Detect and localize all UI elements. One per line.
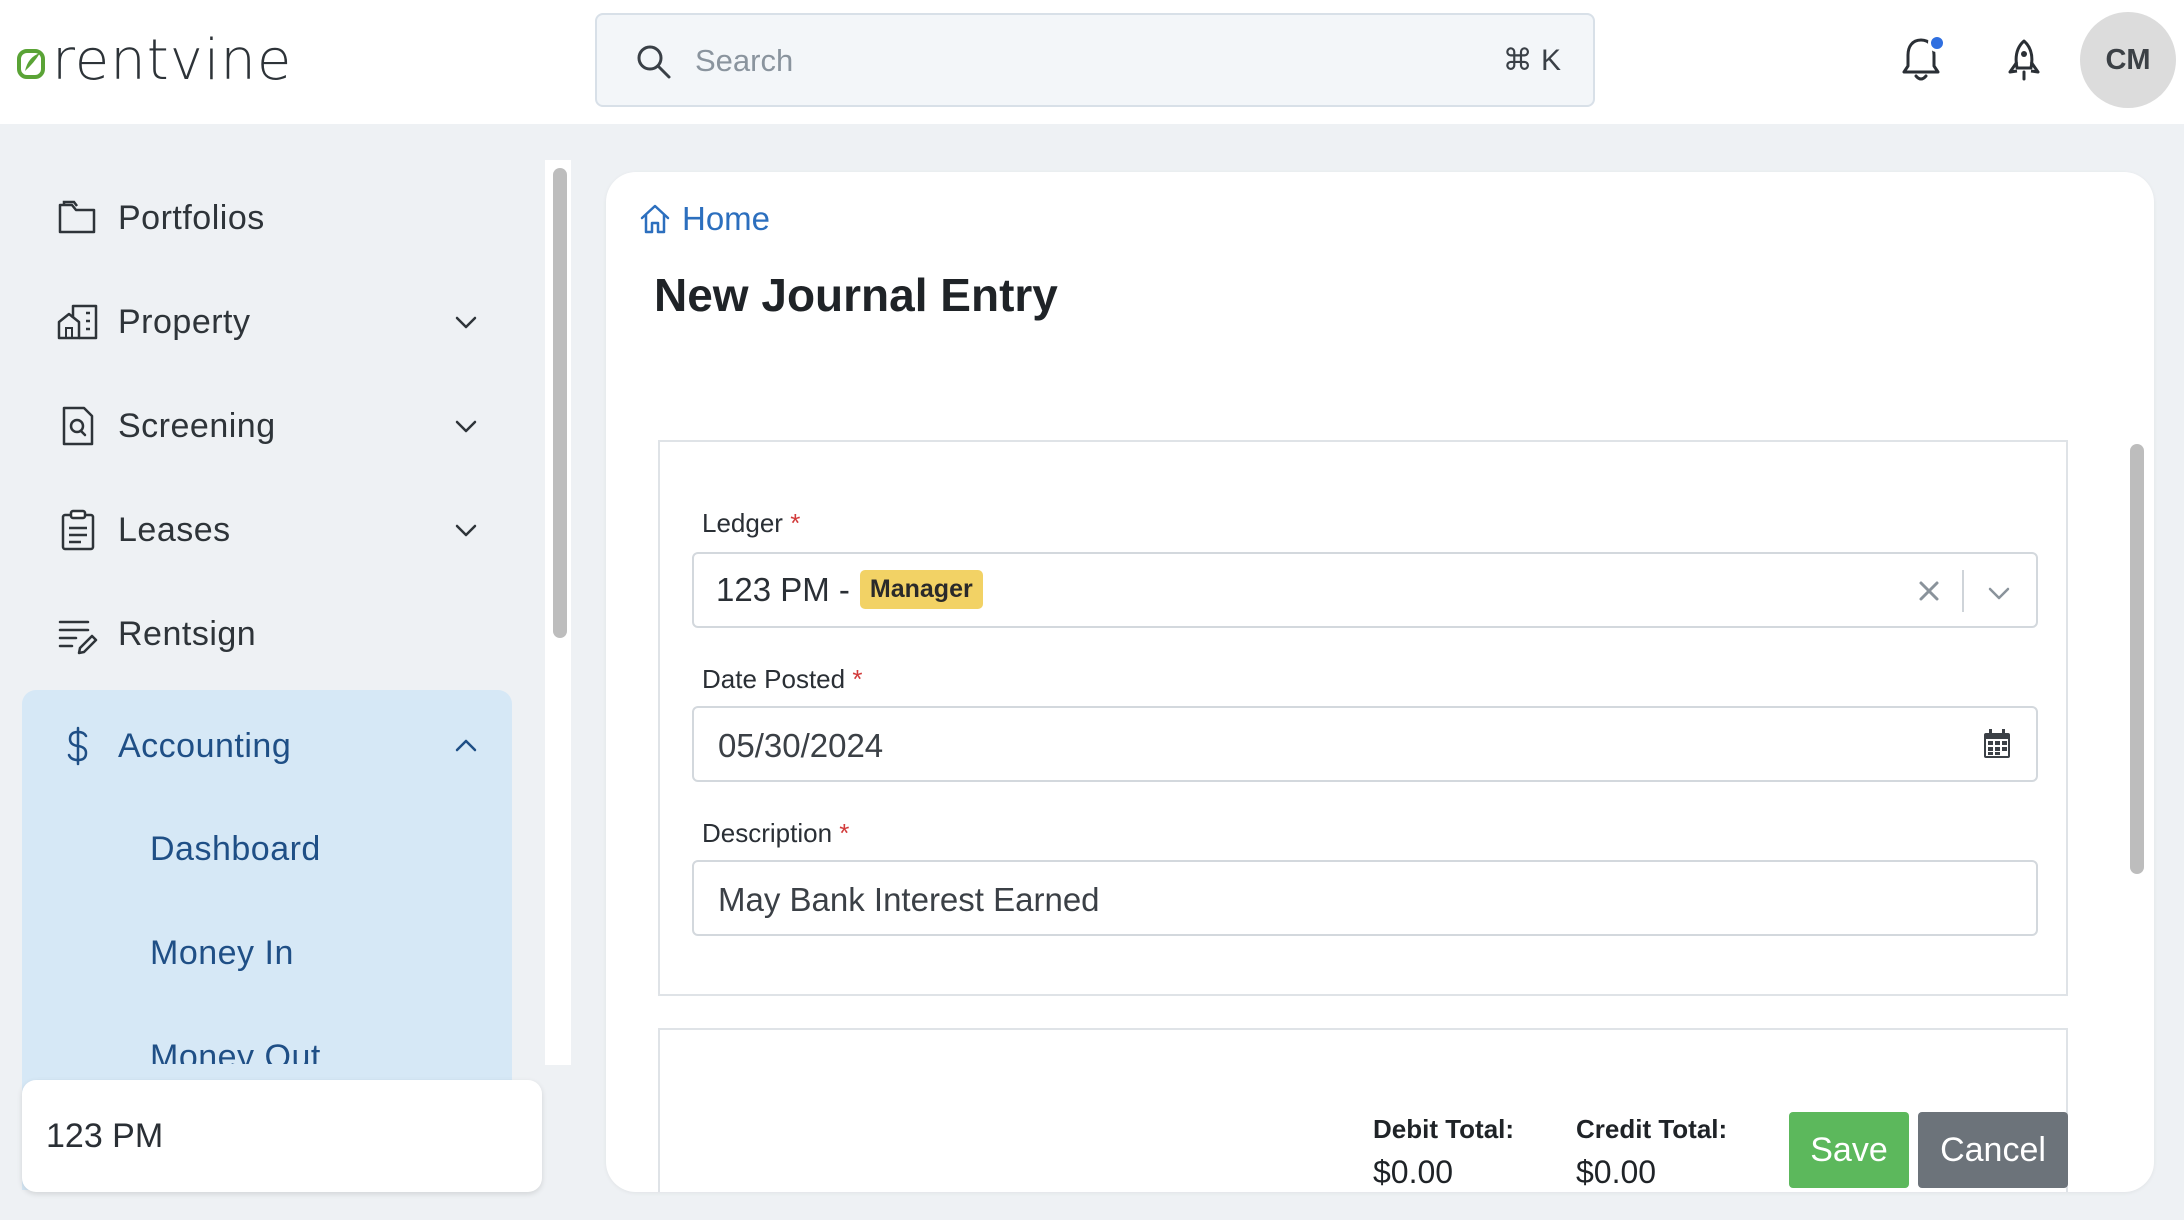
notification-dot xyxy=(1928,34,1946,52)
search-icon xyxy=(637,45,671,79)
chevron-down-icon[interactable] xyxy=(452,516,480,544)
rocket-icon[interactable] xyxy=(2006,38,2042,82)
ledger-label: Ledger * xyxy=(702,508,800,539)
sidebar-item-leases[interactable]: Leases xyxy=(22,482,512,578)
cancel-button[interactable]: Cancel xyxy=(1918,1112,2068,1188)
sign-pen-icon xyxy=(58,620,98,655)
credit-total-value: $0.00 xyxy=(1576,1154,1657,1190)
rentvine-logo[interactable]: rentvine xyxy=(16,28,293,93)
home-icon xyxy=(640,204,670,234)
building-icon xyxy=(57,304,98,340)
calendar-icon[interactable] xyxy=(1982,728,2012,760)
portfolio-selector[interactable]: 123 PM xyxy=(22,1080,542,1192)
chevron-up-icon[interactable] xyxy=(452,732,480,760)
credit-total-label: Credit Total: xyxy=(1576,1114,1728,1144)
select-separator xyxy=(1962,570,1964,612)
sidebar-item-label: Property xyxy=(118,302,251,341)
description-input[interactable]: May Bank Interest Earned xyxy=(692,860,2038,936)
clipboard-icon xyxy=(61,509,95,551)
sidebar-item-property[interactable]: Property xyxy=(22,274,512,370)
sidebar-scrollbar-thumb[interactable] xyxy=(553,168,567,638)
chevron-down-icon[interactable] xyxy=(452,412,480,440)
sidebar-item-label: Leases xyxy=(118,510,231,549)
main-content-card: Home New Journal Entry Ledger * 123 PM -… xyxy=(606,172,2154,1192)
search-shortcut-hint: ⌘ K xyxy=(1502,44,1561,77)
sidebar-item-label: Rentsign xyxy=(118,614,257,653)
sidebar-item-rentsign[interactable]: Rentsign xyxy=(22,586,512,682)
totals-footer: Debit Total: $0.00 Credit Total: $0.00 S… xyxy=(606,1100,2154,1192)
clear-icon[interactable] xyxy=(1916,578,1942,604)
description-label: Description * xyxy=(702,818,849,849)
chevron-down-icon[interactable] xyxy=(1984,578,2014,608)
dollar-icon xyxy=(67,726,88,766)
folder-icon xyxy=(58,200,96,234)
logo-text: rentvine xyxy=(52,28,293,93)
description-value: May Bank Interest Earned xyxy=(718,881,1100,918)
ledger-value-text: 123 PM - xyxy=(716,570,850,608)
sidebar-subitem-dashboard[interactable]: Dashboard xyxy=(150,830,321,869)
main-scrollbar-thumb[interactable] xyxy=(2130,444,2144,874)
required-marker: * xyxy=(852,664,863,694)
sidebar-subitem-money-in[interactable]: Money In xyxy=(150,934,294,973)
sidebar-item-label: Screening xyxy=(118,406,276,445)
ledger-selected-value: 123 PM - Manager xyxy=(716,570,983,609)
date-posted-label: Date Posted * xyxy=(702,664,862,695)
document-search-icon xyxy=(62,406,94,446)
ledger-role-badge: Manager xyxy=(859,570,983,609)
sidebar-subitem-clip: Money Out xyxy=(22,1024,512,1064)
debit-total-label: Debit Total: xyxy=(1373,1114,1515,1144)
ledger-label-text: Ledger xyxy=(702,508,783,538)
search-bar[interactable]: Search ⌘ K xyxy=(595,13,1595,107)
breadcrumb[interactable]: Home xyxy=(638,200,770,238)
sidebar: Portfolios Property Screening Leases Ren… xyxy=(0,124,550,1190)
user-avatar[interactable]: CM xyxy=(2080,12,2176,108)
sidebar-item-accounting[interactable]: Accounting xyxy=(22,698,512,794)
debit-total-value: $0.00 xyxy=(1373,1154,1454,1190)
description-label-text: Description xyxy=(702,818,833,848)
date-posted-label-text: Date Posted xyxy=(702,664,846,694)
leaf-logo-icon xyxy=(17,49,45,79)
save-button[interactable]: Save xyxy=(1789,1112,1909,1188)
sidebar-item-screening[interactable]: Screening xyxy=(22,378,512,474)
sidebar-subitem-money-out[interactable]: Money Out xyxy=(150,1038,321,1064)
top-bar: rentvine Search ⌘ K CM xyxy=(0,0,2184,124)
required-marker: * xyxy=(790,508,801,538)
date-posted-value: 05/30/2024 xyxy=(718,727,884,764)
date-posted-input[interactable]: 05/30/2024 xyxy=(692,706,2038,782)
sidebar-item-portfolios[interactable]: Portfolios xyxy=(22,170,512,266)
sidebar-item-label: Portfolios xyxy=(118,198,265,237)
sidebar-item-label: Accounting xyxy=(118,726,292,765)
page-title: New Journal Entry xyxy=(654,269,1058,321)
breadcrumb-home-link[interactable]: Home xyxy=(682,200,770,238)
required-marker: * xyxy=(839,818,850,848)
ledger-select[interactable]: 123 PM - Manager xyxy=(692,552,2038,628)
search-placeholder: Search xyxy=(695,43,794,78)
journal-entry-form: Ledger * 123 PM - Manager Date Posted * … xyxy=(658,440,2068,996)
portfolio-selector-label: 123 PM xyxy=(46,1116,164,1155)
chevron-down-icon[interactable] xyxy=(452,308,480,336)
